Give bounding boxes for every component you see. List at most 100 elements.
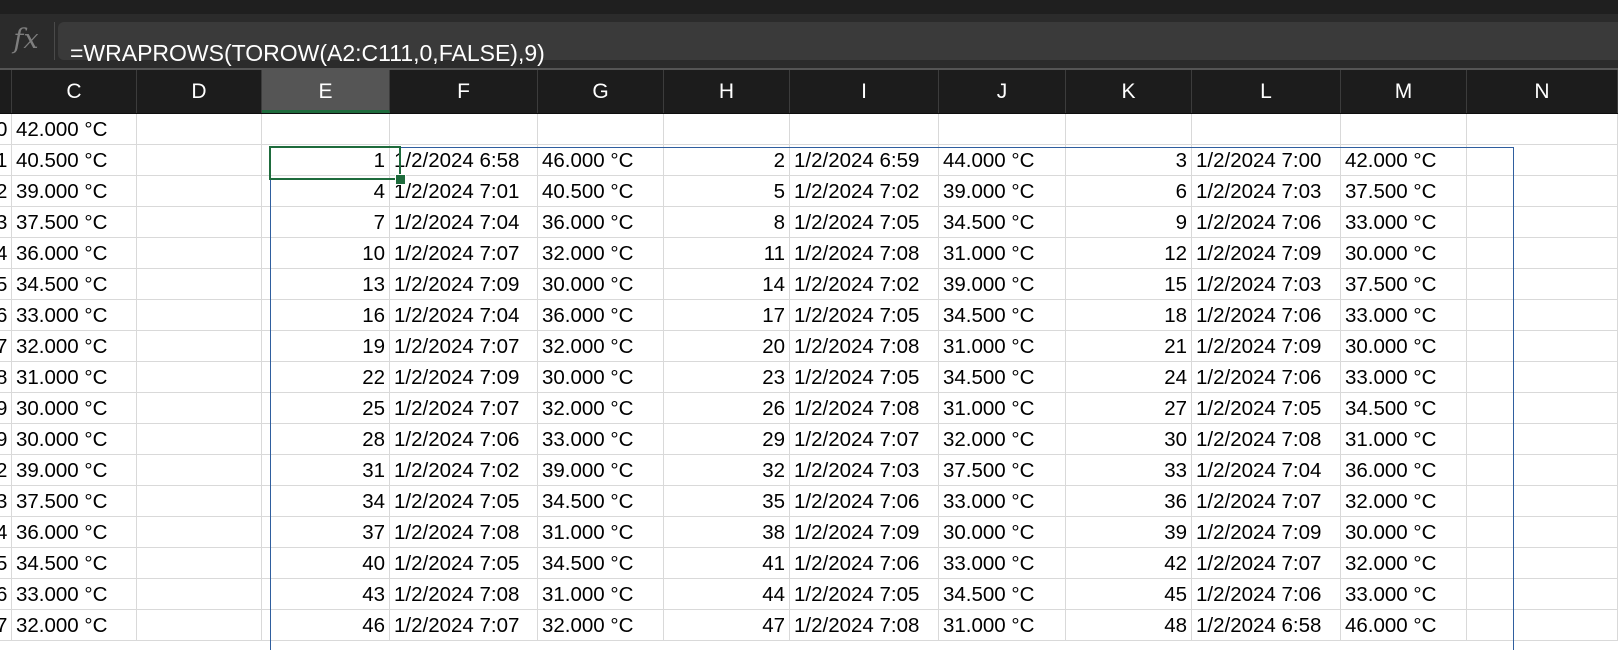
cell-e[interactable]: 40 (262, 548, 390, 579)
cell-k[interactable]: 27 (1066, 393, 1192, 424)
cell-i[interactable]: 1/2/2024 7:03 (790, 455, 939, 486)
cell-j[interactable]: 34.500 °C (939, 579, 1066, 610)
cell-e[interactable]: 19 (262, 331, 390, 362)
cell-d[interactable] (137, 548, 262, 579)
cell-n[interactable] (1467, 269, 1618, 300)
cell-n[interactable] (1467, 238, 1618, 269)
cell-d[interactable] (137, 424, 262, 455)
column-header-d[interactable]: D (137, 70, 262, 113)
cell-k[interactable]: 36 (1066, 486, 1192, 517)
cell-k[interactable]: 18 (1066, 300, 1192, 331)
cell-h[interactable]: 20 (664, 331, 790, 362)
cell-j[interactable]: 33.000 °C (939, 548, 1066, 579)
column-header-n[interactable]: N (1467, 70, 1618, 113)
cell-m[interactable]: 33.000 °C (1341, 207, 1467, 238)
cell-c[interactable]: 39.000 °C (12, 455, 137, 486)
cell-l[interactable]: 1/2/2024 7:06 (1192, 300, 1341, 331)
cell-h[interactable]: 44 (664, 579, 790, 610)
cell-f[interactable] (390, 114, 538, 145)
cell-n[interactable] (1467, 548, 1618, 579)
cell-g[interactable]: 32.000 °C (538, 610, 664, 641)
cell-n[interactable] (1467, 145, 1618, 176)
cell-c[interactable]: 39.000 °C (12, 176, 137, 207)
cell-e[interactable]: 46 (262, 610, 390, 641)
cell-i[interactable]: 1/2/2024 7:07 (790, 424, 939, 455)
cell-e[interactable]: 37 (262, 517, 390, 548)
cell-e[interactable]: 43 (262, 579, 390, 610)
cell-h[interactable]: 32 (664, 455, 790, 486)
cell-g[interactable]: 36.000 °C (538, 300, 664, 331)
cell-m[interactable]: 30.000 °C (1341, 517, 1467, 548)
cell-l[interactable]: 1/2/2024 7:07 (1192, 548, 1341, 579)
cell-j[interactable]: 31.000 °C (939, 238, 1066, 269)
cell-f[interactable]: 1/2/2024 7:09 (390, 269, 538, 300)
cell-k[interactable]: 21 (1066, 331, 1192, 362)
cell-c[interactable]: 32.000 °C (12, 610, 137, 641)
cell-j[interactable]: 39.000 °C (939, 269, 1066, 300)
cell-j[interactable]: 31.000 °C (939, 610, 1066, 641)
cell-h[interactable]: 8 (664, 207, 790, 238)
cell-n[interactable] (1467, 424, 1618, 455)
cell-n[interactable] (1467, 362, 1618, 393)
column-header-f[interactable]: F (390, 70, 538, 113)
cell-m[interactable]: 36.000 °C (1341, 455, 1467, 486)
cell-c[interactable]: 36.000 °C (12, 517, 137, 548)
cell-c[interactable]: 32.000 °C (12, 331, 137, 362)
cell-l[interactable]: 1/2/2024 7:06 (1192, 362, 1341, 393)
cell-j[interactable]: 33.000 °C (939, 486, 1066, 517)
cell-j[interactable]: 34.500 °C (939, 300, 1066, 331)
cell-f[interactable]: 1/2/2024 7:01 (390, 176, 538, 207)
cell-n[interactable] (1467, 300, 1618, 331)
cell-j[interactable]: 37.500 °C (939, 455, 1066, 486)
formula-text[interactable]: =WRAPROWS(TOROW(A2:C111,0,FALSE),9) (70, 28, 545, 66)
cell-f[interactable]: 1/2/2024 7:05 (390, 548, 538, 579)
cell-m[interactable]: 37.500 °C (1341, 269, 1467, 300)
cell-h[interactable]: 41 (664, 548, 790, 579)
cropped-cell[interactable]: 2 (0, 455, 12, 486)
cell-j[interactable]: 44.000 °C (939, 145, 1066, 176)
cell-m[interactable]: 42.000 °C (1341, 145, 1467, 176)
cell-f[interactable]: 1/2/2024 7:05 (390, 486, 538, 517)
cell-c[interactable]: 37.500 °C (12, 486, 137, 517)
cell-g[interactable]: 32.000 °C (538, 393, 664, 424)
cell-d[interactable] (137, 393, 262, 424)
cell-k[interactable]: 48 (1066, 610, 1192, 641)
cropped-cell[interactable]: 3 (0, 486, 12, 517)
cell-n[interactable] (1467, 393, 1618, 424)
cell-i[interactable]: 1/2/2024 7:02 (790, 269, 939, 300)
cell-m[interactable]: 31.000 °C (1341, 424, 1467, 455)
cell-m[interactable] (1341, 114, 1467, 145)
cropped-cell[interactable]: 8 (0, 362, 12, 393)
cell-e[interactable]: 34 (262, 486, 390, 517)
cell-h[interactable]: 11 (664, 238, 790, 269)
cell-k[interactable] (1066, 114, 1192, 145)
cell-i[interactable]: 1/2/2024 7:08 (790, 238, 939, 269)
cell-h[interactable]: 47 (664, 610, 790, 641)
cell-m[interactable]: 33.000 °C (1341, 300, 1467, 331)
cell-h[interactable]: 23 (664, 362, 790, 393)
column-header-g[interactable]: G (538, 70, 664, 113)
cell-k[interactable]: 9 (1066, 207, 1192, 238)
cell-e[interactable]: 25 (262, 393, 390, 424)
cell-m[interactable]: 32.000 °C (1341, 548, 1467, 579)
column-header-h[interactable]: H (664, 70, 790, 113)
cell-h[interactable]: 35 (664, 486, 790, 517)
cell-g[interactable]: 30.000 °C (538, 269, 664, 300)
cell-d[interactable] (137, 517, 262, 548)
cell-l[interactable]: 1/2/2024 7:06 (1192, 579, 1341, 610)
cell-c[interactable]: 40.500 °C (12, 145, 137, 176)
cell-l[interactable]: 1/2/2024 7:07 (1192, 486, 1341, 517)
cell-i[interactable]: 1/2/2024 7:08 (790, 610, 939, 641)
cell-l[interactable]: 1/2/2024 7:00 (1192, 145, 1341, 176)
cell-d[interactable] (137, 145, 262, 176)
fill-handle[interactable] (395, 174, 406, 185)
cell-l[interactable]: 1/2/2024 7:09 (1192, 331, 1341, 362)
cell-m[interactable]: 34.500 °C (1341, 393, 1467, 424)
cell-n[interactable] (1467, 455, 1618, 486)
cell-e[interactable] (262, 114, 390, 145)
cell-d[interactable] (137, 238, 262, 269)
cell-l[interactable]: 1/2/2024 7:05 (1192, 393, 1341, 424)
cell-e[interactable]: 22 (262, 362, 390, 393)
cell-g[interactable]: 31.000 °C (538, 579, 664, 610)
cell-e[interactable]: 28 (262, 424, 390, 455)
